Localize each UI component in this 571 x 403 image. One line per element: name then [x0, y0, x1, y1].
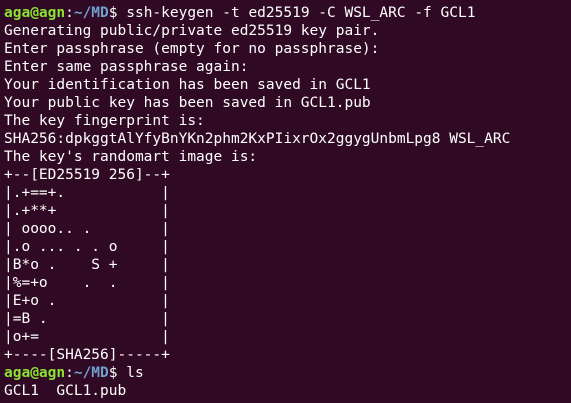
randomart-line: |E+o . | [4, 293, 170, 309]
output-line: Enter passphrase (empty for no passphras… [4, 41, 380, 57]
prompt-separator: : [65, 365, 74, 381]
randomart-line: +----[SHA256]-----+ [4, 347, 170, 363]
fingerprint-line: SHA256:dpkggtAlYfyBnYKn2phm2KxPIixrOx2gg… [4, 131, 511, 147]
terminal-screen: aga@agn:~/MD$ ssh-keygen -t ed25519 -C W… [4, 4, 571, 400]
randomart-line: |o+= | [4, 329, 170, 345]
prompt-user-host: aga@agn [4, 5, 66, 21]
command-line-ls: aga@agn:~/MD$ ls [4, 364, 571, 382]
prompt-separator: : [65, 5, 74, 21]
output-line: The key fingerprint is: [4, 113, 205, 129]
output-line: Your identification has been saved in GC… [4, 77, 371, 93]
command-text: ssh-keygen -t ed25519 -C WSL_ARC -f GCL1 [126, 5, 476, 21]
randomart-line: |.o ... . . o | [4, 239, 170, 255]
prompt-symbol: $ [108, 365, 127, 381]
output-line: The key's randomart image is: [4, 149, 258, 165]
randomart-line: |B*o . S + | [4, 257, 170, 273]
randomart-line: |.+**+ | [4, 203, 170, 219]
output-line: Generating public/private ed25519 key pa… [4, 23, 380, 39]
randomart-line: |.+==+. | [4, 185, 170, 201]
ls-output-line: GCL1 GCL1.pub [4, 383, 127, 399]
output-line: Enter same passphrase again: [4, 59, 249, 75]
randomart-line: |=B . | [4, 311, 170, 327]
output-line: Your public key has been saved in GCL1.p… [4, 95, 371, 111]
command-line-keygen: aga@agn:~/MD$ ssh-keygen -t ed25519 -C W… [4, 4, 571, 22]
prompt-path: ~/MD [73, 365, 109, 381]
command-text: ls [126, 365, 144, 381]
randomart-line: |%=+o . . | [4, 275, 170, 291]
randomart-line: | oooo.. . | [4, 221, 170, 237]
prompt-symbol: $ [108, 5, 127, 21]
randomart-line: +--[ED25519 256]--+ [4, 167, 170, 183]
prompt-path: ~/MD [73, 5, 109, 21]
terminal-window[interactable]: aga@agn:~/MD$ ssh-keygen -t ed25519 -C W… [0, 0, 571, 403]
prompt-user-host: aga@agn [4, 365, 66, 381]
